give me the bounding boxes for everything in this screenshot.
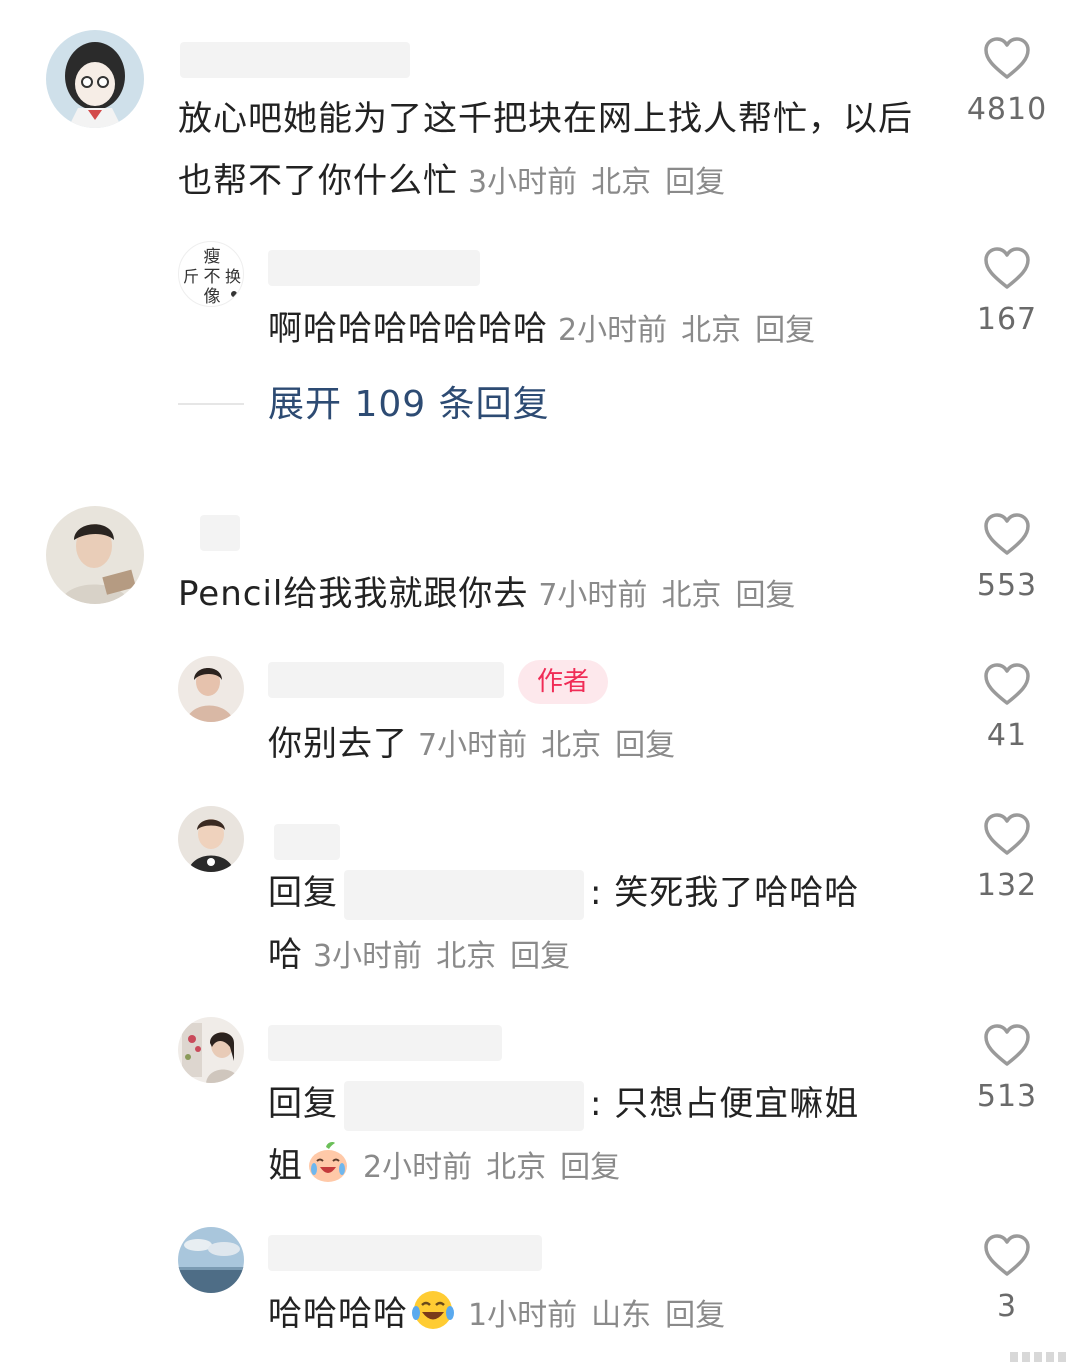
mentioned-user-blurred[interactable] bbox=[344, 1080, 584, 1131]
like-button[interactable]: 132 bbox=[952, 812, 1062, 903]
comment-meta: 3小时前 北京 回复 bbox=[468, 165, 726, 200]
like-button[interactable]: 513 bbox=[952, 1023, 1062, 1114]
username-blurred[interactable] bbox=[268, 662, 504, 698]
heart-icon bbox=[984, 247, 1030, 289]
reply-text: 回复: 只想占便宜嘛姐 姐 2小时前 北京 回复 bbox=[268, 1073, 908, 1199]
reply-button[interactable]: 回复 bbox=[755, 313, 815, 348]
comment-text: Pencil给我我就跟你去 7小时前 北京 回复 bbox=[178, 574, 796, 614]
avatar-char: 不 bbox=[204, 267, 221, 287]
heart-icon bbox=[984, 1024, 1030, 1066]
username-blurred[interactable] bbox=[180, 42, 410, 78]
like-button[interactable]: 167 bbox=[952, 246, 1062, 337]
author-badge: 作者 bbox=[518, 660, 608, 704]
like-count: 513 bbox=[976, 1079, 1038, 1114]
reply-meta: 2小时前 北京 回复 bbox=[558, 313, 816, 348]
reply-text: 你别去了 7小时前 北京 回复 bbox=[268, 724, 676, 764]
like-count: 553 bbox=[976, 568, 1038, 603]
avatar-char: 瘦 bbox=[204, 247, 221, 267]
avatar-char: 像 bbox=[204, 287, 221, 307]
username-blurred[interactable] bbox=[268, 250, 480, 286]
like-button[interactable]: 553 bbox=[952, 512, 1062, 603]
watermark-logo-icon bbox=[1010, 1352, 1066, 1362]
crying-laughing-peach-emoji-icon bbox=[309, 1142, 347, 1182]
expand-divider bbox=[178, 403, 244, 405]
like-count: 3 bbox=[996, 1289, 1018, 1324]
avatar-char: 换 bbox=[225, 267, 241, 286]
reply-meta: 2小时前 北京 回复 bbox=[363, 1150, 621, 1185]
reply-meta: 3小时前 北京 回复 bbox=[313, 939, 571, 974]
avatar-char: 斤 bbox=[183, 267, 199, 286]
reply-text: 啊哈哈哈哈哈哈哈 2小时前 北京 回复 bbox=[268, 309, 816, 349]
reply-button[interactable]: 回复 bbox=[510, 939, 570, 974]
username-blurred[interactable] bbox=[268, 1235, 542, 1271]
expand-replies-link[interactable]: 展开 109 条回复 bbox=[268, 380, 550, 430]
young-man-avatar-icon[interactable] bbox=[46, 506, 144, 604]
comment-meta: 7小时前 北京 回复 bbox=[538, 578, 796, 613]
mentioned-user-blurred[interactable] bbox=[344, 869, 584, 920]
reply-meta: 7小时前 北京 回复 bbox=[418, 728, 676, 763]
like-button[interactable]: 41 bbox=[952, 662, 1062, 753]
heart-icon bbox=[984, 1234, 1030, 1276]
like-count: 132 bbox=[976, 868, 1038, 903]
reply-text: 哈哈哈哈 1小时前 山东 回复 bbox=[268, 1283, 908, 1347]
heart-icon bbox=[984, 663, 1030, 705]
like-count: 4810 bbox=[966, 92, 1048, 127]
username-blurred[interactable] bbox=[200, 515, 240, 551]
woman-avatar-icon[interactable] bbox=[178, 656, 244, 722]
reply-button[interactable]: 回复 bbox=[735, 578, 795, 613]
heart-icon bbox=[984, 513, 1030, 555]
username-blurred[interactable] bbox=[268, 1025, 502, 1061]
comment-text: 放心吧她能为了这千把块在网上找人帮忙，以后也帮不了你什么忙 3小时前 北京 回复 bbox=[178, 99, 913, 201]
reply-button[interactable]: 回复 bbox=[665, 165, 725, 200]
heart-icon bbox=[984, 813, 1030, 855]
reply-button[interactable]: 回复 bbox=[560, 1150, 620, 1185]
reply-text: 回复: 笑死我了哈哈哈 哈 3小时前 北京 回复 bbox=[268, 862, 908, 988]
reply-meta: 1小时前 山东 回复 bbox=[468, 1298, 726, 1333]
like-button[interactable]: 3 bbox=[952, 1233, 1062, 1324]
reply-button[interactable]: 回复 bbox=[615, 728, 675, 763]
reply-button[interactable]: 回复 bbox=[665, 1298, 725, 1333]
like-count: 41 bbox=[986, 718, 1028, 753]
tears-of-joy-emoji-icon bbox=[412, 1291, 454, 1329]
like-count: 167 bbox=[976, 302, 1038, 337]
anime-girl-avatar-icon[interactable] bbox=[46, 30, 144, 128]
text-grid-avatar-icon[interactable]: 瘦 斤 不 换 像 bbox=[178, 241, 244, 307]
child-avatar-icon[interactable] bbox=[178, 806, 244, 872]
sea-sky-avatar-icon[interactable] bbox=[178, 1227, 244, 1293]
flowers-woman-avatar-icon[interactable] bbox=[178, 1017, 244, 1083]
like-button[interactable]: 4810 bbox=[952, 36, 1062, 127]
username-blurred[interactable] bbox=[274, 824, 340, 860]
heart-icon bbox=[984, 37, 1030, 79]
